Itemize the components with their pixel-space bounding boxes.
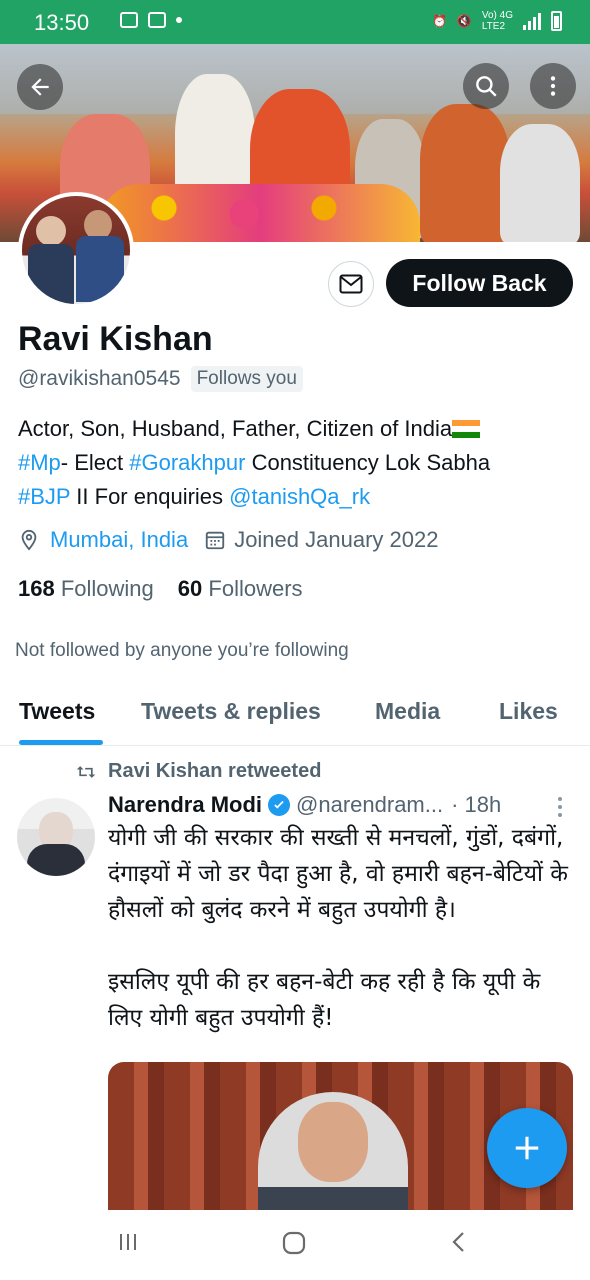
tab-likes[interactable]: Likes <box>499 698 558 725</box>
tweet-author-name[interactable]: Narendra Modi <box>108 792 262 818</box>
hashtag-bjp[interactable]: #BJP <box>18 484 70 509</box>
bio-text: Actor, Son, Husband, Father, Citizen of … <box>18 416 453 441</box>
hashtag-gorakhpur[interactable]: #Gorakhpur <box>129 450 245 475</box>
profile-bio: Actor, Son, Husband, Father, Citizen of … <box>18 412 578 514</box>
bio-text: - Elect <box>60 450 130 475</box>
compose-tweet-button[interactable] <box>487 1108 567 1188</box>
plus-icon <box>515 1136 539 1160</box>
location-link[interactable]: Mumbai, India <box>50 527 188 553</box>
search-button[interactable] <box>463 63 509 109</box>
more-options-button[interactable] <box>530 63 576 109</box>
back-nav-icon[interactable] <box>448 1230 472 1254</box>
more-vertical-icon <box>550 76 556 96</box>
alarm-icon: ⏰ <box>431 14 447 28</box>
hashtag-mp[interactable]: #Mp <box>18 450 61 475</box>
follows-you-badge: Follows you <box>190 366 303 392</box>
tweet-author-handle: @narendram... <box>296 792 444 817</box>
tweet-author-avatar[interactable] <box>17 798 95 876</box>
retweet-icon <box>76 765 96 778</box>
profile-handle: @ravikishan0545 <box>18 367 181 390</box>
verified-badge-icon <box>268 794 291 816</box>
system-nav-bar <box>0 1210 590 1280</box>
followers-link[interactable]: 60 Followers <box>178 576 303 602</box>
mention-link[interactable]: @tanishQa_rk <box>229 484 370 509</box>
retweeted-by-text: Ravi Kishan retweeted <box>108 760 322 782</box>
bio-text: II For enquiries <box>70 484 230 509</box>
tweet-header: Narendra Modi @narendram... · 18h <box>108 792 501 818</box>
profile-meta: Mumbai, India Joined January 2022 <box>18 527 438 553</box>
battery-icon <box>551 11 562 31</box>
bio-text: Constituency Lok Sabha <box>245 450 491 475</box>
profile-avatar[interactable] <box>18 192 134 308</box>
tab-tweets-replies[interactable]: Tweets & replies <box>141 698 321 725</box>
follow-stats: 168 Following 60 Followers <box>18 576 303 602</box>
location-pin-icon <box>21 529 37 551</box>
message-button[interactable] <box>328 261 374 307</box>
calendar-icon <box>206 531 225 550</box>
signal-icon <box>523 12 541 30</box>
active-tab-indicator <box>19 740 103 745</box>
tab-tweets[interactable]: Tweets <box>19 698 95 725</box>
profile-tabs: Tweets Tweets & replies Media Likes <box>0 690 590 746</box>
envelope-icon <box>339 274 363 294</box>
status-time: 13:50 <box>34 10 90 35</box>
follow-back-button[interactable]: Follow Back <box>386 259 573 307</box>
mute-icon: 🔇 <box>456 14 472 28</box>
recent-apps-icon[interactable] <box>116 1230 140 1254</box>
home-icon[interactable] <box>281 1230 307 1256</box>
profile-name: Ravi Kishan <box>18 320 213 358</box>
network-sub-label: LTE2 <box>481 21 506 32</box>
notification-dot-icon <box>176 17 182 23</box>
joined-date: Joined January 2022 <box>234 527 439 552</box>
tweet-more-icon[interactable] <box>558 797 562 817</box>
tab-media[interactable]: Media <box>375 698 440 725</box>
india-flag-icon <box>452 420 481 438</box>
network-label: Vo) 4G <box>481 10 513 21</box>
profile-handle-row: @ravikishan0545 Follows you <box>18 366 303 392</box>
tweet-text: योगी जी की सरकार की सख्ती से मनचलों, गुं… <box>108 825 568 1031</box>
app-notification-icon <box>148 12 166 28</box>
following-link[interactable]: 168 Following <box>18 576 154 602</box>
status-bar: 13:50 ⏰ 🔇 Vo) 4G LTE2 <box>0 0 590 44</box>
retweet-context: Ravi Kishan retweeted <box>76 760 321 783</box>
arrow-left-icon <box>31 78 49 96</box>
search-icon <box>476 76 497 97</box>
back-button[interactable] <box>17 64 63 110</box>
tweet-time: · 18h <box>451 792 502 817</box>
not-followed-note: Not followed by anyone you’re following <box>15 640 349 661</box>
gallery-icon <box>120 12 138 28</box>
